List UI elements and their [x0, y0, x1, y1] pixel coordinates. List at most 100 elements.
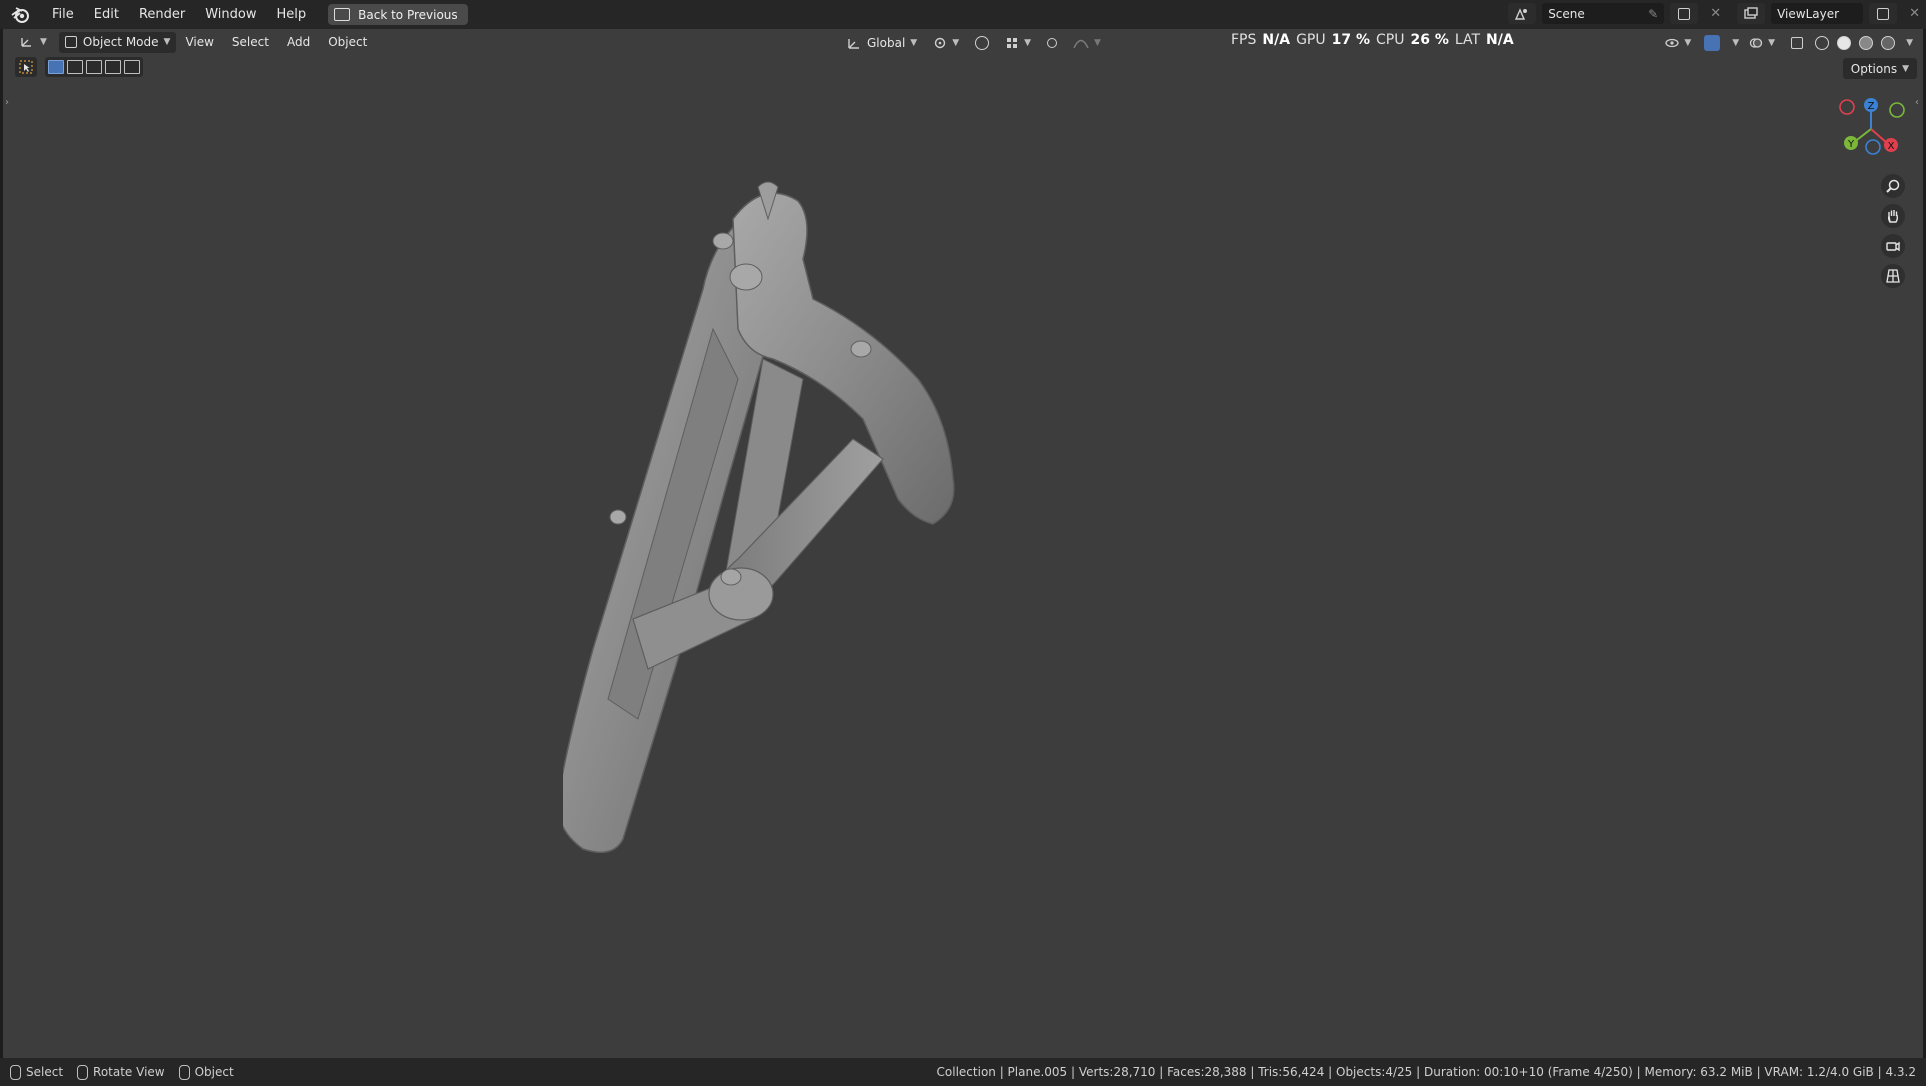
- zoom-icon: [1886, 179, 1900, 193]
- 3d-viewport[interactable]: ▼ Object Mode ▼ View Select Add Object G…: [3, 29, 1923, 1058]
- object-mode-label: Object Mode: [82, 35, 159, 49]
- shading-solid[interactable]: [1835, 32, 1853, 53]
- transform-orientation-label: Global: [867, 35, 906, 50]
- hint-rotate-view: Rotate View: [77, 1064, 165, 1080]
- negative-z-axis-icon[interactable]: [1865, 139, 1881, 155]
- hint-select: Select: [10, 1064, 64, 1080]
- fps-label: FPS: [1231, 32, 1257, 48]
- sidebar-expand-arrow-icon[interactable]: ‹: [1915, 97, 1919, 108]
- viewport-navigation-buttons: [1881, 174, 1905, 288]
- gpu-value: 17 %: [1331, 32, 1370, 48]
- delete-scene-icon[interactable]: ✕: [1710, 6, 1721, 21]
- chevron-down-icon: ▼: [1094, 37, 1101, 48]
- transform-tools: Global ▼ ▼ ▼ ▼: [841, 32, 1107, 53]
- xray-toggle[interactable]: [1785, 32, 1809, 53]
- mouse-left-icon: [10, 1064, 21, 1080]
- hint-object: Object: [178, 1064, 234, 1080]
- view-layer-field[interactable]: ViewLayer: [1771, 3, 1864, 24]
- view-layer-selector-icon[interactable]: [1737, 3, 1766, 24]
- xray-icon: [1791, 36, 1804, 49]
- scene-name-field[interactable]: Scene ✎: [1542, 3, 1665, 24]
- material-shading-icon: [1859, 35, 1874, 50]
- pin-icon[interactable]: ✎: [1648, 7, 1658, 21]
- cpu-value: 26 %: [1410, 32, 1449, 48]
- y-axis-label: Y: [1847, 139, 1855, 150]
- menu-file[interactable]: File: [42, 0, 84, 29]
- scene-name: Scene: [1548, 6, 1585, 21]
- navigation-gizmo[interactable]: Z Y X: [1831, 93, 1911, 165]
- select-tool-button[interactable]: [15, 57, 37, 77]
- select-subtract-icon[interactable]: [86, 60, 102, 74]
- new-view-layer-button[interactable]: [1869, 3, 1898, 24]
- select-extend-icon[interactable]: [67, 60, 83, 74]
- hand-icon: [1887, 210, 1899, 223]
- 3d-model-clamp[interactable]: [563, 179, 983, 879]
- negative-x-axis-icon[interactable]: [1839, 99, 1855, 115]
- wireframe-shading-icon: [1815, 35, 1830, 50]
- hint-object-label: Object: [194, 1065, 234, 1079]
- camera-view-button[interactable]: [1881, 234, 1905, 258]
- snap-toggle[interactable]: [969, 32, 995, 53]
- pivot-point-dropdown[interactable]: ▼: [927, 32, 965, 53]
- snap-target-dropdown[interactable]: ▼: [999, 32, 1037, 53]
- menu-edit[interactable]: Edit: [84, 0, 129, 29]
- proportional-editing-icon: [1047, 37, 1058, 48]
- back-to-previous-button[interactable]: Back to Previous: [328, 4, 468, 25]
- lat-label: LAT: [1454, 32, 1481, 48]
- blender-logo-icon[interactable]: [10, 4, 32, 26]
- viewport-display-controls: ▼ ▼ ▼ ▼: [1659, 32, 1913, 53]
- performance-stats: FPS N/A GPU 17 % CPU 26 % LAT N/A: [1231, 29, 1514, 51]
- gizmo-toggle[interactable]: [1701, 32, 1723, 53]
- menu-add[interactable]: Add: [278, 35, 319, 49]
- overlays-toggle[interactable]: ▼: [1743, 32, 1781, 53]
- chevron-down-icon: ▼: [1684, 37, 1692, 48]
- shading-wireframe[interactable]: [1813, 32, 1831, 53]
- toolbar-expand-arrow-icon[interactable]: ›: [5, 97, 9, 108]
- chevron-down-icon: ▼: [40, 37, 47, 47]
- visibility-dropdown[interactable]: ▼: [1659, 32, 1697, 53]
- shading-material[interactable]: [1857, 32, 1875, 53]
- proportional-falloff-dropdown[interactable]: ▼: [1067, 32, 1107, 53]
- menu-window[interactable]: Window: [195, 0, 266, 29]
- shading-rendered[interactable]: [1879, 32, 1897, 53]
- mouse-middle-icon: [77, 1064, 89, 1080]
- menu-render[interactable]: Render: [129, 0, 195, 29]
- zoom-button[interactable]: [1881, 174, 1905, 198]
- object-mode-dropdown[interactable]: Object Mode ▼: [58, 31, 177, 53]
- chevron-down-icon: ▼: [1902, 63, 1909, 74]
- chevron-down-icon[interactable]: ▼: [1732, 38, 1739, 48]
- chevron-down-icon: ▼: [163, 37, 171, 47]
- x-axis-label: X: [1888, 141, 1895, 152]
- scene-selector-icon[interactable]: [1508, 3, 1537, 24]
- pan-button[interactable]: [1881, 204, 1905, 228]
- menu-help[interactable]: Help: [267, 0, 317, 29]
- scene-statistics: Collection | Plane.005 | Verts:28,710 | …: [936, 1065, 1916, 1079]
- chevron-down-icon: ▼: [910, 37, 918, 48]
- perspective-toggle-button[interactable]: [1881, 264, 1905, 288]
- proportional-editing-toggle[interactable]: [1041, 32, 1063, 53]
- menu-object[interactable]: Object: [319, 35, 376, 49]
- hint-select-label: Select: [26, 1065, 64, 1079]
- chevron-down-icon: ▼: [1024, 37, 1032, 48]
- negative-y-axis-icon[interactable]: [1889, 102, 1905, 118]
- solid-shading-icon: [1837, 35, 1852, 50]
- menu-view[interactable]: View: [176, 35, 222, 49]
- options-dropdown[interactable]: Options ▼: [1842, 58, 1917, 79]
- select-intersect-icon[interactable]: [124, 60, 140, 74]
- view-layer-name: ViewLayer: [1777, 6, 1840, 21]
- object-mode-icon: [64, 36, 77, 48]
- rendered-shading-icon: [1881, 35, 1896, 50]
- editor-type-button[interactable]: ▼: [13, 32, 53, 53]
- transform-orientation-dropdown[interactable]: Global ▼: [841, 32, 923, 53]
- magnet-icon: [975, 35, 990, 50]
- top-right-controls: Scene ✎ ✕ ViewLayer ✕: [1508, 3, 1920, 24]
- new-scene-button[interactable]: [1670, 3, 1699, 24]
- selection-tools: [15, 57, 143, 77]
- status-bar: Select Rotate View Object Collection | P…: [0, 1058, 1926, 1086]
- menu-select[interactable]: Select: [223, 35, 278, 49]
- delete-view-layer-icon[interactable]: ✕: [1909, 6, 1920, 21]
- gpu-label: GPU: [1296, 32, 1326, 48]
- select-invert-icon[interactable]: [105, 60, 121, 74]
- chevron-down-icon[interactable]: ▼: [1906, 38, 1913, 48]
- select-set-icon[interactable]: [48, 60, 64, 74]
